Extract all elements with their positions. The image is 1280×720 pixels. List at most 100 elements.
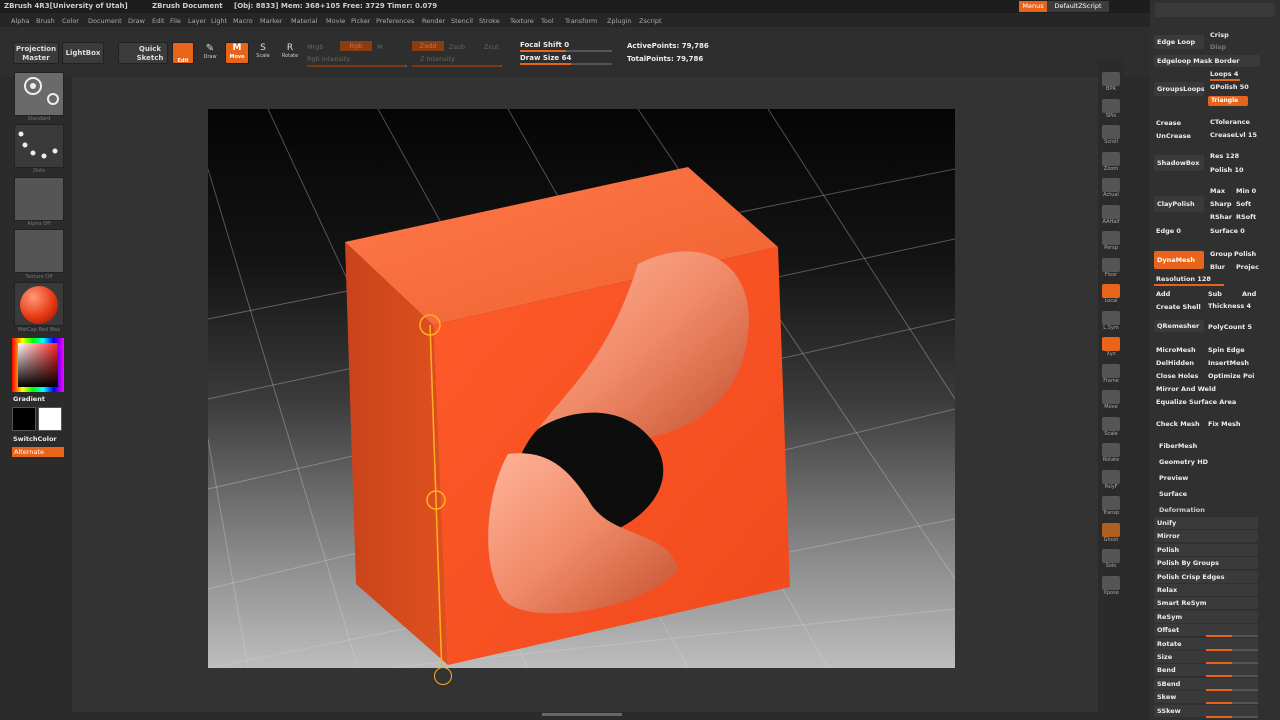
shelf-xyz-button[interactable]: Xyz (1100, 337, 1122, 357)
shelf-scale-button[interactable]: Scale (1100, 416, 1122, 437)
shelf-zoom-button[interactable]: Zoom (1100, 151, 1122, 172)
check-mesh-button[interactable]: Check Mesh (1156, 420, 1200, 428)
menu-alpha[interactable]: Alpha (11, 17, 29, 25)
palette-header-icons[interactable] (1155, 3, 1275, 17)
deformation-mirror-button[interactable]: Mirror (1154, 530, 1258, 543)
uncrease-button[interactable]: UnCrease (1156, 132, 1191, 140)
dynamesh-button[interactable]: DynaMesh (1154, 251, 1204, 269)
deformation-polish-crisp-edges-button[interactable]: Polish Crisp Edges (1154, 570, 1258, 583)
sub-button[interactable]: Sub (1208, 290, 1222, 298)
menu-layer[interactable]: Layer (188, 17, 206, 25)
edge-slider[interactable]: Edge 0 (1156, 227, 1181, 235)
stroke-thumbnail[interactable] (14, 124, 64, 168)
material-thumbnail[interactable] (14, 282, 64, 326)
texture-thumbnail[interactable] (14, 229, 64, 273)
deformation-unify-button[interactable]: Unify (1154, 517, 1258, 529)
claypolish-button[interactable]: ClayPolish (1154, 196, 1204, 212)
shelf-actual-button[interactable]: Actual (1100, 178, 1122, 198)
shelf-spix-button[interactable]: SPix (1100, 98, 1122, 119)
zsub-toggle[interactable]: Zsub (449, 43, 465, 51)
deformation-slider-track[interactable] (1206, 715, 1258, 718)
brush-thumbnail[interactable] (14, 72, 64, 116)
gradient-label[interactable]: Gradient (13, 395, 45, 403)
shelf-persp-button[interactable]: Persp (1100, 231, 1122, 251)
fix-mesh-button[interactable]: Fix Mesh (1208, 420, 1241, 428)
shelf-xpose-button[interactable]: Xpose (1100, 575, 1122, 596)
alternate-button[interactable]: Alternate (12, 447, 64, 457)
menu-render[interactable]: Render (422, 17, 445, 25)
deformation-resym-button[interactable]: ReSym (1154, 610, 1258, 623)
group-toggle[interactable]: Group (1210, 250, 1232, 258)
edge-loop-button[interactable]: Edge Loop (1154, 35, 1204, 49)
menu-file[interactable]: File (170, 17, 181, 25)
menu-zplugin[interactable]: Zplugin (607, 17, 632, 25)
menus-button[interactable]: Menus (1019, 1, 1047, 12)
shelf-rotate-button[interactable]: Rotate (1100, 443, 1122, 463)
create-shell-button[interactable]: Create Shell (1156, 303, 1201, 311)
disp-toggle[interactable]: Disp (1210, 43, 1226, 51)
quick-sketch-button[interactable]: Quick Sketch (118, 42, 168, 64)
rsharp-toggle[interactable]: RShar (1210, 213, 1232, 221)
menu-edit[interactable]: Edit (152, 17, 165, 25)
lightbox-button[interactable]: LightBox (62, 42, 104, 64)
add-button[interactable]: Add (1156, 290, 1170, 298)
resolution-slider-bar[interactable] (1154, 284, 1224, 286)
spin-edge-button[interactable]: Spin Edge (1208, 346, 1245, 354)
menu-movie[interactable]: Movie (326, 17, 345, 25)
secondary-color-swatch[interactable] (38, 407, 62, 431)
menu-light[interactable]: Light (211, 17, 227, 25)
groups-loops-button[interactable]: GroupsLoops (1154, 82, 1204, 96)
deformation-menu[interactable]: Deformation (1159, 506, 1205, 514)
zadd-toggle[interactable]: Zadd (412, 41, 444, 51)
resolution-slider[interactable]: Resolution 128 (1156, 275, 1211, 283)
rgb-intensity-slider[interactable] (307, 65, 407, 67)
focal-shift-slider[interactable] (520, 50, 612, 52)
equalize-surface-area-button[interactable]: Equalize Surface Area (1156, 398, 1236, 406)
shelf-floor-button[interactable]: Floor (1100, 257, 1122, 278)
shelf-transp-button[interactable]: Transp (1100, 496, 1122, 516)
menu-stencil[interactable]: Stencil (451, 17, 473, 25)
deformation-smart-resym-button[interactable]: Smart ReSym (1154, 597, 1258, 610)
projection-master-button[interactable]: Projection Master (13, 42, 59, 64)
res-slider[interactable]: Res 128 (1210, 152, 1239, 160)
deformation-polish-button[interactable]: Polish (1154, 543, 1258, 556)
menu-marker[interactable]: Marker (260, 17, 282, 25)
shelf-polyf-button[interactable]: PolyF (1100, 469, 1122, 490)
loops-slider[interactable] (1210, 79, 1240, 81)
creaselvl-slider[interactable]: CreaseLvl 15 (1210, 131, 1257, 139)
soft-toggle[interactable]: Soft (1236, 200, 1251, 208)
menu-zscript[interactable]: Zscript (639, 17, 662, 25)
menu-brush[interactable]: Brush (36, 17, 55, 25)
gpolish-slider-label[interactable]: GPolish 50 (1210, 83, 1249, 91)
menu-macro[interactable]: Macro (233, 17, 253, 25)
menu-picker[interactable]: Picker (351, 17, 370, 25)
crease-button[interactable]: Crease (1156, 119, 1181, 127)
max-toggle[interactable]: Max (1210, 187, 1225, 195)
micromesh-button[interactable]: MicroMesh (1156, 346, 1196, 354)
menu-transform[interactable]: Transform (565, 17, 597, 25)
rsoft-toggle[interactable]: RSoft (1236, 213, 1256, 221)
menu-color[interactable]: Color (62, 17, 79, 25)
ctolerance-slider[interactable]: CTolerance (1210, 118, 1250, 126)
rgb-toggle[interactable]: Rgb (340, 41, 372, 51)
fibermesh-menu[interactable]: FiberMesh (1159, 442, 1197, 450)
delhidden-button[interactable]: DelHidden (1156, 359, 1194, 367)
shelf-scroll-button[interactable]: Scroll (1100, 125, 1122, 145)
blur-slider[interactable]: Blur (1210, 263, 1225, 271)
edit-mode-button[interactable]: Edit (172, 42, 194, 64)
shelf-local-button[interactable]: Local (1100, 284, 1122, 304)
bottom-scroll-handle[interactable] (542, 713, 622, 716)
optimize-points-button[interactable]: Optimize Poi (1208, 372, 1254, 380)
deformation-relax-button[interactable]: Relax (1154, 584, 1258, 596)
transpose-end-handle[interactable] (434, 667, 452, 685)
shelf-frame-button[interactable]: Frame (1100, 363, 1122, 384)
shelf-move-button[interactable]: Move (1100, 390, 1122, 410)
shelf-ghost-button[interactable]: Ghost (1100, 522, 1122, 543)
surface-slider[interactable]: Surface 0 (1210, 227, 1245, 235)
preview-menu[interactable]: Preview (1159, 474, 1188, 482)
primary-color-swatch[interactable] (12, 407, 36, 431)
shelf-bpr-button[interactable]: BPR (1100, 72, 1122, 92)
color-picker[interactable] (12, 338, 64, 392)
move-mode-button[interactable]: M Move (225, 42, 249, 64)
and-button[interactable]: And (1242, 290, 1256, 298)
